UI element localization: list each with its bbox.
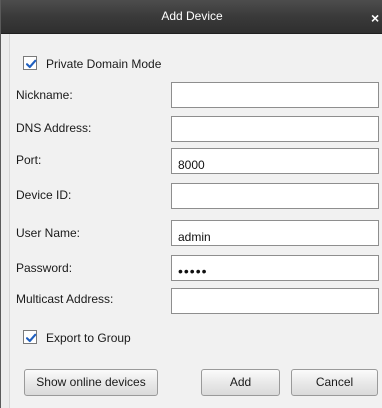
add-device-dialog: Add Device × Private Domain Mode Nicknam… — [0, 0, 382, 408]
port-input[interactable] — [171, 148, 379, 174]
export-to-group-label: Export to Group — [46, 331, 131, 345]
user-name-label: User Name: — [16, 226, 81, 240]
password-input[interactable] — [171, 255, 379, 281]
port-label: Port: — [16, 153, 42, 167]
password-label: Password: — [16, 261, 73, 275]
checkmark-icon — [25, 333, 37, 343]
device-id-label: Device ID: — [16, 188, 72, 202]
multicast-address-input[interactable] — [171, 288, 379, 314]
nickname-label: Nickname: — [16, 88, 73, 102]
user-name-input[interactable] — [171, 220, 379, 246]
dns-address-label: DNS Address: — [16, 121, 92, 135]
private-domain-checkbox[interactable] — [23, 56, 37, 70]
dns-address-input[interactable] — [171, 116, 379, 142]
add-button[interactable]: Add — [201, 369, 280, 396]
dialog-title: Add Device — [161, 9, 223, 23]
device-id-input[interactable] — [171, 183, 379, 209]
checkmark-icon — [25, 59, 37, 69]
cancel-button[interactable]: Cancel — [291, 369, 378, 396]
title-bar[interactable]: Add Device × — [1, 0, 382, 34]
nickname-input[interactable] — [171, 82, 379, 108]
export-to-group-checkbox[interactable] — [23, 330, 37, 344]
private-domain-label: Private Domain Mode — [46, 57, 162, 71]
multicast-address-label: Multicast Address: — [16, 292, 114, 306]
show-online-devices-button[interactable]: Show online devices — [24, 369, 158, 396]
close-icon[interactable]: × — [371, 10, 382, 26]
